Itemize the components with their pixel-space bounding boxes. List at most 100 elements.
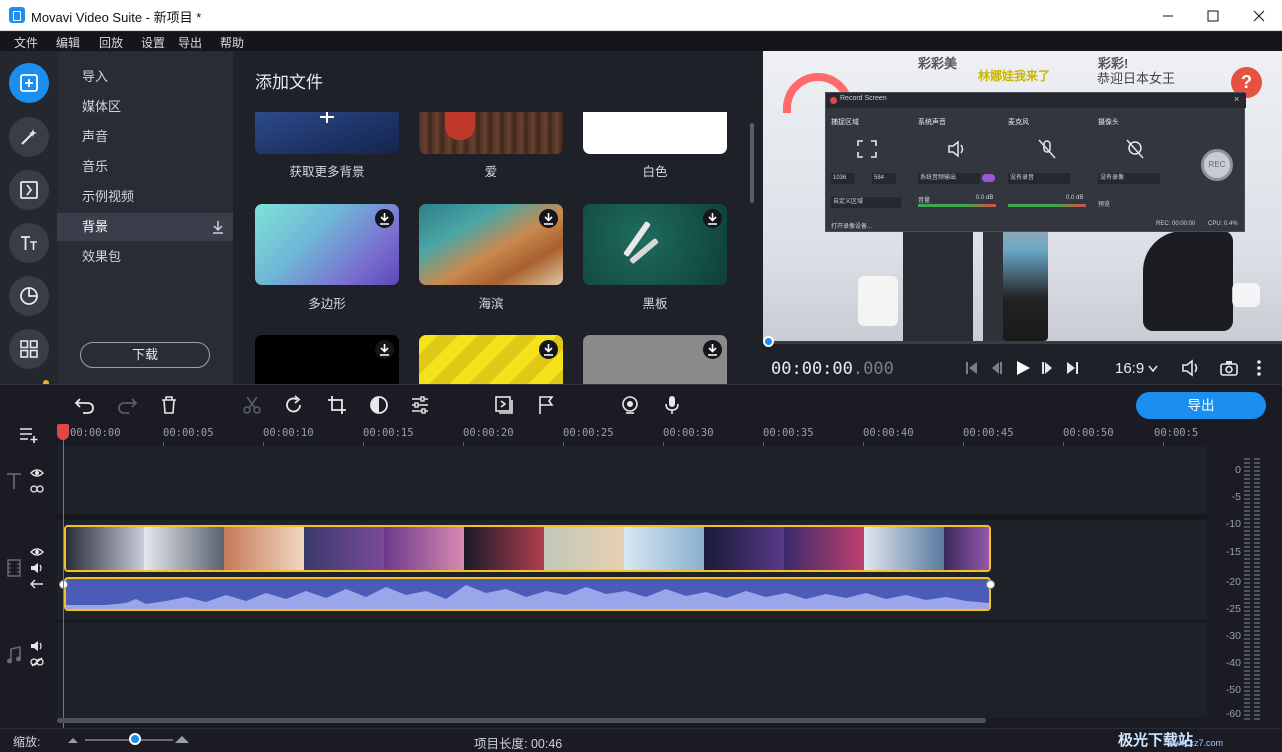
snapshot-camera-icon[interactable] — [1220, 360, 1238, 376]
category-music[interactable]: 音乐 — [57, 153, 233, 181]
marker-flag-icon[interactable] — [537, 395, 555, 415]
tile-white[interactable] — [583, 112, 727, 154]
mic-select[interactable]: 没有录音 — [1008, 173, 1070, 184]
preview-seek-bar[interactable] — [763, 336, 1282, 347]
speaker-icon[interactable] — [30, 562, 44, 574]
tile-download-button[interactable] — [539, 209, 558, 228]
expand-area-icon[interactable] — [856, 139, 878, 159]
zoom-in-icon[interactable] — [174, 734, 190, 744]
rail-more-button[interactable] — [9, 329, 49, 369]
tile-download-button[interactable] — [703, 209, 722, 228]
skip-start-icon[interactable] — [965, 361, 979, 375]
category-backgrounds[interactable]: 背景 — [57, 213, 233, 241]
volume-icon[interactable] — [1181, 359, 1203, 377]
system-audio-select[interactable]: 系统音频输出 — [918, 173, 980, 184]
menu-export[interactable]: 导出 — [178, 34, 202, 51]
delete-icon[interactable] — [160, 395, 178, 415]
timeline[interactable]: 00:00:00 00:00:05 00:00:10 00:00:15 00:0… — [0, 424, 1282, 728]
tile-yellow-stripes[interactable] — [419, 335, 563, 384]
skip-end-icon[interactable] — [1065, 361, 1079, 375]
tile-seaside[interactable] — [419, 204, 563, 285]
menu-file[interactable]: 文件 — [14, 34, 38, 51]
webcam-record-icon[interactable] — [620, 395, 640, 415]
video-clip[interactable] — [64, 525, 991, 572]
music-track[interactable] — [57, 622, 1207, 718]
rail-import-button[interactable] — [9, 63, 49, 103]
aspect-ratio-select[interactable]: 16:9 — [1115, 360, 1158, 377]
tile-download-button[interactable] — [375, 340, 394, 359]
speaker-icon[interactable] — [946, 139, 968, 159]
voiceover-mic-icon[interactable] — [663, 395, 681, 415]
crop-icon[interactable] — [327, 395, 347, 415]
menu-settings[interactable]: 设置 — [141, 34, 165, 51]
category-import[interactable]: 导入 — [57, 63, 233, 91]
tile-blackboard[interactable] — [583, 204, 727, 285]
rail-transitions-button[interactable] — [9, 170, 49, 210]
color-adjust-icon[interactable] — [369, 395, 389, 415]
link-track-icon[interactable] — [30, 484, 44, 494]
preview-player[interactable]: 彩彩美 林娜娃我来了 彩彩! 恭迎日本女王 ? Record Screen × … — [763, 51, 1282, 341]
tile-download-button[interactable] — [375, 209, 394, 228]
height-input[interactable]: 584 — [872, 173, 896, 184]
more-options-icon[interactable] — [1256, 359, 1262, 377]
redo-icon[interactable] — [116, 395, 138, 415]
maximize-button[interactable] — [1190, 0, 1236, 31]
webcam-muted-icon[interactable] — [1124, 138, 1146, 160]
camera-select[interactable]: 没有录像 — [1098, 173, 1160, 184]
export-button[interactable]: 导出 — [1136, 392, 1266, 419]
open-device-link[interactable]: 打开录像设备... — [831, 221, 872, 230]
transition-wizard-icon[interactable] — [494, 395, 514, 415]
width-input[interactable]: 1036 — [831, 173, 855, 184]
record-screen-window[interactable]: Record Screen × 捕捉区域 系统声音 麦克风 摄像头 1036 5… — [825, 92, 1246, 232]
tile-love[interactable] — [419, 112, 563, 154]
menu-help[interactable]: 帮助 — [220, 34, 244, 51]
menu-playback[interactable]: 回放 — [99, 34, 123, 51]
rail-filters-button[interactable] — [9, 117, 49, 157]
playhead-line[interactable] — [63, 424, 64, 728]
rail-titles-button[interactable] — [9, 223, 49, 263]
rotate-icon[interactable] — [284, 395, 304, 415]
undo-icon[interactable] — [74, 395, 96, 415]
tile-black[interactable] — [255, 335, 399, 384]
region-mode-select[interactable]: 自定义区域 — [831, 197, 901, 208]
visibility-eye-icon[interactable] — [30, 547, 44, 557]
record-close-icon[interactable]: × — [1234, 94, 1239, 104]
clip-properties-icon[interactable] — [410, 395, 430, 415]
library-scrollbar[interactable] — [750, 123, 754, 203]
link-track-icon[interactable] — [30, 657, 44, 667]
download-button[interactable]: 下载 — [80, 342, 210, 368]
close-button[interactable] — [1236, 0, 1282, 31]
mic-muted-icon[interactable] — [1036, 138, 1058, 160]
clip-right-handle[interactable] — [986, 580, 995, 589]
playhead-handle[interactable] — [57, 424, 69, 440]
category-media-bin[interactable]: 媒体区 — [57, 93, 233, 121]
seek-knob[interactable] — [763, 336, 774, 347]
tile-more-backgrounds[interactable] — [255, 112, 399, 154]
tile-download-button[interactable] — [539, 340, 558, 359]
title-track[interactable] — [57, 446, 1207, 514]
frame-forward-icon[interactable] — [1041, 361, 1055, 375]
add-track-icon[interactable] — [19, 426, 41, 444]
system-audio-toggle[interactable] — [982, 174, 995, 182]
rail-stickers-button[interactable] — [9, 276, 49, 316]
tile-polygon[interactable] — [255, 204, 399, 285]
rec-button[interactable]: REC — [1201, 149, 1233, 181]
zoom-slider-knob[interactable] — [129, 733, 141, 745]
zoom-out-icon[interactable] — [67, 736, 79, 744]
speaker-icon[interactable] — [30, 640, 44, 652]
play-icon[interactable] — [1015, 360, 1031, 376]
cut-icon[interactable] — [243, 395, 261, 415]
menu-edit[interactable]: 编辑 — [56, 34, 80, 51]
timeline-scrollbar[interactable] — [57, 718, 986, 723]
time-ruler[interactable]: 00:00:00 00:00:05 00:00:10 00:00:15 00:0… — [57, 424, 1207, 446]
arrow-left-icon[interactable] — [30, 579, 44, 589]
category-sample-video[interactable]: 示例视频 — [57, 183, 233, 211]
category-effect-packs[interactable]: 效果包 — [57, 243, 233, 271]
minimize-button[interactable] — [1145, 0, 1191, 31]
frame-back-icon[interactable] — [989, 361, 1003, 375]
category-sound[interactable]: 声音 — [57, 123, 233, 151]
audio-clip[interactable] — [64, 577, 991, 611]
visibility-eye-icon[interactable] — [30, 468, 44, 478]
tile-gray[interactable] — [583, 335, 727, 384]
tile-download-button[interactable] — [703, 340, 722, 359]
